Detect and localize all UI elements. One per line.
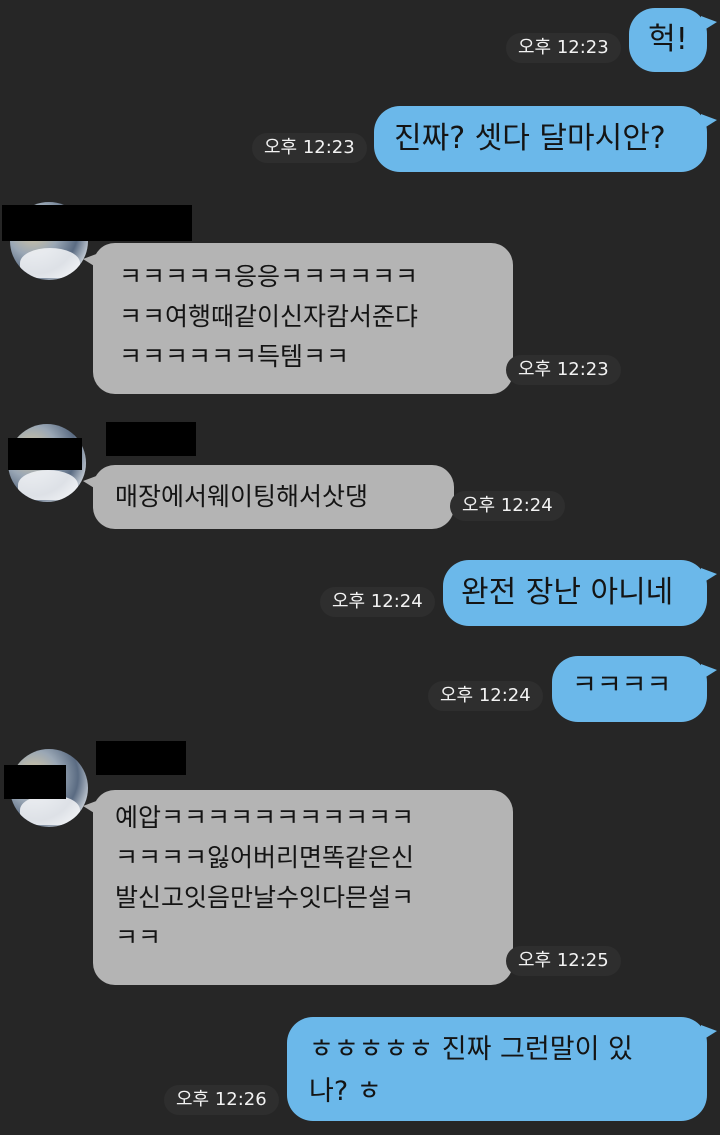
message-row: 오후 12:26 ㅎㅎㅎㅎㅎ 진짜 그런말이 있 나? ㅎ [0, 0, 720, 1135]
message-bubble[interactable]: ㅎㅎㅎㅎㅎ 진짜 그런말이 있 나? ㅎ [287, 1017, 717, 1121]
message-time: 오후 12:26 [164, 1085, 279, 1115]
chat-thread: 오후 12:23 헉! 오후 12:23 진짜? 셋다 달마시안? ㅋㅋㅋㅋㅋ응… [0, 0, 720, 1135]
